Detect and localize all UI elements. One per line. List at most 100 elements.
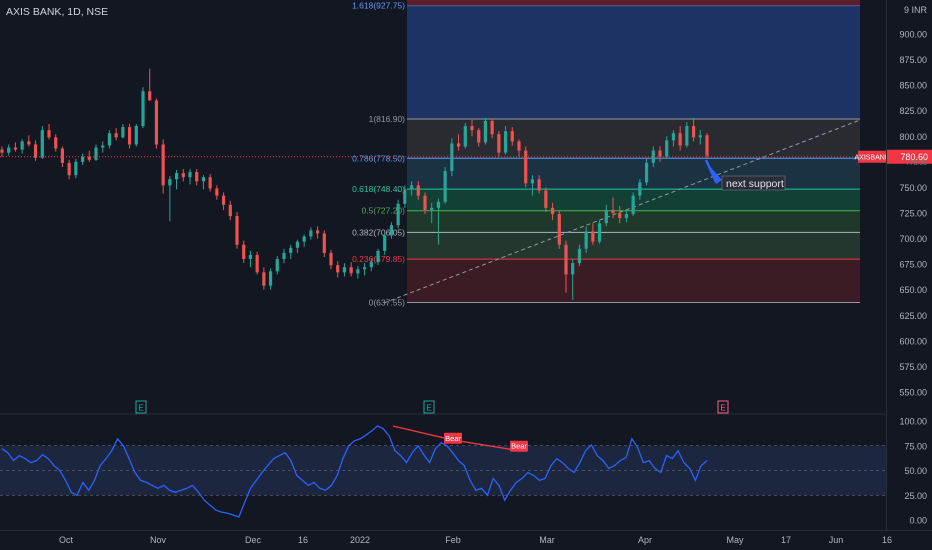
rsi-tick-label: 100.00: [899, 417, 927, 427]
fib-level-label: 0(637.55): [369, 297, 406, 307]
candle-down: [517, 141, 521, 151]
candle-up: [342, 267, 347, 273]
candle-down: [315, 230, 320, 234]
candle-up: [295, 241, 300, 248]
candle-down: [215, 188, 219, 196]
candle-up: [282, 252, 286, 260]
price-tick-label: 625.00: [899, 311, 927, 321]
fib-level-label: 0.382(706.05): [352, 227, 405, 237]
candle-up: [483, 120, 488, 143]
candle-up: [383, 235, 387, 251]
candle-up: [188, 172, 192, 178]
time-tick-label: Jun: [829, 535, 844, 545]
price-tick-label-minor: 775.00: [906, 160, 928, 167]
price-tick-label: 875.00: [899, 55, 927, 65]
time-tick-label: Mar: [539, 535, 555, 545]
candle-down: [537, 179, 541, 191]
candle-down: [27, 141, 31, 145]
candle-up: [302, 236, 306, 242]
candle-up: [20, 141, 24, 150]
candle-down: [262, 272, 266, 286]
candle-up: [141, 91, 145, 127]
candle-up: [40, 130, 44, 158]
stock-chart[interactable]: 1.618(927.75) 1(816.90) 0.786(778.50) 0.618…: [0, 0, 932, 550]
price-tick-label: 600.00: [899, 336, 927, 346]
candle-up: [624, 214, 629, 219]
fib-zone: [407, 232, 860, 260]
candle-down: [510, 131, 514, 142]
price-tick-label: 675.00: [899, 260, 927, 270]
fib-level-label: 0.618(748.40): [352, 184, 405, 194]
candle-up: [665, 140, 669, 157]
candle-up: [631, 195, 635, 215]
fib-retracement[interactable]: 1.618(927.75) 1(816.90) 0.786(778.50) 0.618…: [352, 0, 860, 307]
candle-up: [201, 177, 206, 182]
candle-up: [369, 262, 373, 268]
price-tick-label: 650.00: [899, 285, 927, 295]
candle-up: [362, 267, 367, 270]
candle-up: [80, 156, 85, 162]
candle-down: [195, 172, 199, 182]
candle-up: [74, 161, 78, 176]
candle-down: [416, 185, 420, 196]
candle-down: [228, 204, 232, 217]
candle-down: [557, 214, 561, 245]
candle-down: [148, 91, 152, 101]
candle-up: [289, 247, 293, 253]
candle-up: [571, 263, 575, 275]
candle-down: [127, 127, 132, 145]
candle-up: [503, 131, 508, 153]
time-tick-label: 16: [882, 535, 892, 545]
candle-down: [705, 135, 709, 156]
candle-down: [544, 190, 548, 208]
candle-up: [268, 271, 273, 286]
symbol-header: AXIS BANK, 1D, NSE: [6, 6, 108, 18]
candle-up: [450, 143, 454, 172]
candle-down: [242, 244, 246, 260]
time-tick-label: 2022: [350, 535, 370, 545]
candle-up: [638, 182, 642, 196]
candle-down: [322, 233, 326, 253]
candle-down: [470, 126, 474, 131]
candle-down: [54, 137, 58, 149]
fib-zone: [407, 259, 860, 303]
fib-level-label: 0.786(778.50): [352, 153, 405, 163]
candle-up: [134, 126, 138, 145]
candle-down: [591, 231, 595, 242]
candle-down: [456, 143, 461, 147]
candle-up: [597, 223, 602, 242]
time-tick-label: Dec: [245, 535, 262, 545]
candle-up: [463, 126, 467, 147]
fib-level-label: 1.618(927.75): [352, 1, 405, 11]
candle-up: [443, 171, 447, 202]
candle-up: [376, 250, 380, 263]
earnings-marker-icon: E: [138, 404, 143, 413]
candle-down: [497, 134, 501, 153]
bear-label: Bear: [445, 434, 461, 443]
fib-zone: [407, 5, 860, 119]
candle-down: [477, 130, 481, 143]
candle-up: [356, 269, 360, 274]
price-tick-label: 825.00: [899, 106, 927, 116]
fib-zone: [407, 158, 860, 190]
candle-down: [60, 148, 65, 163]
rsi-tick-label: 75.00: [904, 441, 927, 451]
candle-down: [658, 150, 662, 157]
candle-down: [255, 254, 259, 273]
candle-up: [107, 133, 112, 146]
time-tick-label: Apr: [638, 535, 652, 545]
candle-up: [275, 259, 279, 272]
candle-up: [396, 203, 400, 226]
price-tick-label: 750.00: [899, 183, 927, 193]
candle-up: [530, 179, 535, 184]
candle-up: [604, 209, 608, 224]
candle-down: [524, 150, 528, 184]
last-price-name: AXISBANK: [854, 155, 889, 162]
price-tick-label: 550.00: [899, 388, 927, 398]
next-support-label: next support: [726, 178, 784, 190]
candle-down: [618, 213, 622, 219]
candle-down: [611, 209, 615, 213]
candle-down: [181, 173, 185, 178]
candle-up: [7, 147, 11, 153]
candle-down: [490, 120, 494, 135]
